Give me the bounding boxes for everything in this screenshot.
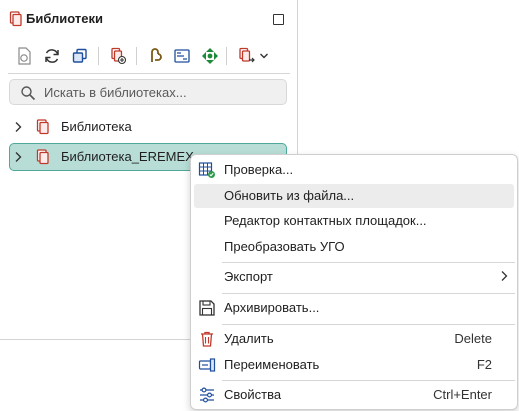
menu-item-shortcut: Ctrl+Enter: [433, 387, 492, 402]
search-box[interactable]: [9, 79, 287, 105]
menu-item-label: Экспорт: [224, 269, 273, 284]
move-icon[interactable]: [198, 44, 222, 68]
library-book-icon: [8, 11, 22, 30]
open-library-icon[interactable]: [12, 44, 36, 68]
rename-icon: [198, 356, 216, 374]
panel-header: Библиотеки: [0, 0, 298, 36]
toolbar-divider: [8, 73, 290, 74]
menu-separator: [222, 262, 515, 263]
menu-item-pad-editor[interactable]: Редактор контактных площадок...: [194, 209, 514, 233]
tree-item-library[interactable]: Библиотека: [9, 113, 287, 141]
chevron-right-icon[interactable]: [14, 121, 22, 136]
tree-item-label: Библиотека_EREMEX: [61, 149, 194, 164]
library-book-icon: [35, 119, 49, 138]
menu-separator: [222, 293, 515, 294]
menu-item-shortcut: Delete: [454, 331, 492, 346]
menu-item-check[interactable]: Проверка...: [194, 158, 514, 182]
save-icon: [198, 299, 216, 317]
menu-item-label: Преобразовать УГО: [224, 239, 345, 254]
menu-item-label: Проверка...: [224, 162, 294, 177]
library-book-icon: [35, 149, 49, 168]
menu-item-update-from-file[interactable]: Обновить из файла...: [194, 184, 514, 208]
menu-separator: [222, 380, 515, 381]
menu-item-label: Архивировать...: [224, 300, 320, 315]
refresh-icon[interactable]: [40, 44, 64, 68]
menu-item-label: Удалить: [224, 331, 274, 346]
menu-item-delete[interactable]: Удалить Delete: [194, 327, 514, 351]
search-icon: [20, 85, 36, 104]
menu-item-archive[interactable]: Архивировать...: [194, 296, 514, 320]
menu-item-shortcut: F2: [476, 357, 492, 372]
panel-title: Библиотеки: [26, 11, 104, 26]
table-check-icon: [198, 161, 216, 179]
tree-item-label: Библиотека: [61, 119, 132, 134]
copy-icon[interactable]: [68, 44, 92, 68]
menu-item-label: Свойства: [224, 387, 282, 402]
menu-item-label: Переименовать: [224, 357, 320, 372]
add-library-icon[interactable]: [106, 44, 130, 68]
search-input[interactable]: [44, 83, 279, 101]
trash-icon: [198, 330, 216, 348]
menu-item-export[interactable]: Экспорт: [194, 265, 514, 289]
menu-separator: [222, 324, 515, 325]
menu-item-label: Обновить из файла...: [224, 188, 355, 203]
menu-item-properties[interactable]: Свойства Ctrl+Enter: [194, 383, 514, 407]
maximize-icon[interactable]: [273, 14, 284, 25]
chevron-right-icon[interactable]: [14, 151, 22, 166]
menu-item-convert-symbol[interactable]: Преобразовать УГО: [194, 235, 514, 259]
edit-component-icon[interactable]: [144, 44, 168, 68]
image-icon[interactable]: [170, 44, 194, 68]
import-library-icon[interactable]: [234, 44, 258, 68]
chevron-right-icon: [500, 270, 508, 285]
chevron-down-icon[interactable]: [256, 44, 272, 68]
menu-item-label: Редактор контактных площадок...: [224, 213, 427, 228]
context-menu: Проверка... Обновить из файла... Редакто…: [190, 154, 518, 410]
library-toolbar: [8, 44, 290, 68]
menu-item-rename[interactable]: Переименовать F2: [194, 353, 514, 377]
properties-icon: [198, 386, 216, 404]
